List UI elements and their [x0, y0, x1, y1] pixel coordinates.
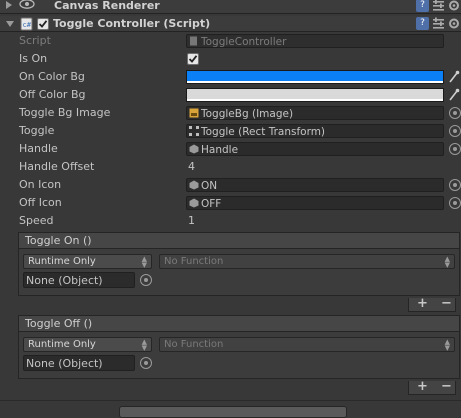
rect-transform-icon	[189, 126, 199, 136]
object-picker-icon[interactable]	[449, 107, 461, 119]
handle-label: Handle	[19, 142, 58, 155]
speed-field[interactable]: 1	[188, 212, 444, 230]
script-file-icon	[190, 36, 197, 46]
on-icon-value: ON	[201, 180, 218, 192]
on-color-bg-label: On Color Bg	[19, 70, 85, 83]
function-dropdown[interactable]: No Function ▲ ▼	[159, 254, 455, 269]
function-value: No Function	[164, 339, 224, 350]
target-object-field[interactable]: None (Object)	[23, 355, 135, 371]
on-color-swatch[interactable]	[186, 70, 444, 84]
object-picker-icon[interactable]	[449, 179, 461, 191]
script-icon: c#	[20, 17, 33, 31]
help-icon[interactable]: ?	[416, 0, 429, 12]
on-icon-label: On Icon	[19, 178, 62, 191]
toggle-field[interactable]: Toggle (Rect Transform)	[186, 124, 444, 138]
off-icon-value: OFF	[201, 198, 222, 210]
is-on-label: Is On	[19, 52, 48, 65]
handle-field[interactable]: Handle	[186, 142, 444, 156]
runtime-value: Runtime Only	[28, 339, 96, 350]
off-color-bg-label: Off Color Bg	[19, 88, 86, 101]
handle-offset-label[interactable]: Handle Offset	[19, 158, 94, 176]
is-on-checkbox[interactable]	[187, 53, 199, 65]
component-enabled-checkbox[interactable]	[37, 18, 49, 30]
remove-button[interactable]: −	[441, 379, 452, 394]
object-picker-icon[interactable]	[449, 143, 461, 155]
gameobject-icon	[189, 180, 199, 190]
dropdown-arrows-icon: ▲ ▼	[444, 338, 450, 352]
component-title: Canvas Renderer	[54, 0, 160, 12]
toggle-label: Toggle	[19, 124, 55, 137]
toggle-off-event-header: Toggle Off ()	[18, 315, 460, 332]
eyedropper-icon[interactable]	[448, 70, 460, 84]
script-label: Script	[19, 34, 51, 47]
help-icon[interactable]: ?	[416, 17, 429, 30]
off-icon-label: Off Icon	[19, 196, 62, 209]
function-dropdown[interactable]: No Function ▲ ▼	[159, 337, 455, 352]
script-value: ToggleController	[201, 36, 287, 48]
canvas-renderer-header[interactable]: Canvas Renderer ?	[0, 0, 461, 14]
foldout-collapsed-icon[interactable]	[6, 1, 12, 9]
toggle-bg-image-field[interactable]: ToggleBg (Image)	[186, 106, 444, 120]
target-object-field[interactable]: None (Object)	[23, 272, 135, 288]
presets-icon[interactable]	[432, 0, 445, 12]
alpha-bar	[187, 99, 443, 101]
eye-icon	[19, 0, 35, 9]
gear-icon[interactable]	[448, 17, 460, 30]
presets-icon[interactable]	[432, 17, 445, 30]
toggle-value: Toggle (Rect Transform)	[201, 126, 326, 138]
remove-button[interactable]: −	[441, 296, 452, 311]
check-icon	[38, 20, 48, 28]
runtime-dropdown[interactable]: Runtime Only ▲ ▼	[23, 254, 152, 269]
object-picker-icon[interactable]	[449, 197, 461, 209]
object-picker-icon[interactable]	[140, 274, 152, 286]
runtime-dropdown[interactable]: Runtime Only ▲ ▼	[23, 337, 152, 352]
handle-value: Handle	[201, 144, 239, 156]
add-component-button[interactable]	[119, 406, 347, 418]
off-color-swatch[interactable]	[186, 88, 444, 102]
alpha-bar	[187, 81, 443, 83]
gameobject-icon	[189, 144, 199, 154]
toggle-bg-image-value: ToggleBg (Image)	[201, 108, 294, 120]
event-list-buttons: + −	[408, 296, 456, 312]
toggle-on-event-header: Toggle On ()	[18, 232, 460, 249]
add-button[interactable]: +	[417, 296, 428, 311]
gear-icon[interactable]	[448, 0, 460, 12]
gameobject-icon	[189, 198, 199, 208]
component-title: Toggle Controller (Script)	[53, 17, 211, 30]
on-icon-field[interactable]: ON	[186, 178, 444, 192]
off-icon-field[interactable]: OFF	[186, 196, 444, 210]
eyedropper-icon[interactable]	[448, 88, 460, 102]
event-list-buttons: + −	[408, 379, 456, 395]
object-picker-icon[interactable]	[140, 357, 152, 369]
toggle-bg-image-label: Toggle Bg Image	[19, 106, 111, 119]
runtime-value: Runtime Only	[28, 256, 96, 267]
check-icon	[188, 55, 198, 63]
image-icon	[189, 108, 199, 118]
handle-offset-field[interactable]: 4	[188, 158, 444, 176]
add-button[interactable]: +	[417, 379, 428, 394]
function-value: No Function	[164, 256, 224, 267]
dropdown-arrows-icon: ▲ ▼	[444, 255, 450, 269]
foldout-expanded-icon[interactable]	[6, 21, 14, 27]
dropdown-arrows-icon: ▲ ▼	[141, 255, 147, 269]
divider	[0, 400, 461, 401]
svg-text:c#: c#	[23, 21, 32, 29]
toggle-controller-header[interactable]: c# Toggle Controller (Script) ?	[0, 16, 461, 32]
object-picker-icon[interactable]	[449, 125, 461, 137]
dropdown-arrows-icon: ▲ ▼	[141, 338, 147, 352]
script-field: ToggleController	[186, 34, 444, 48]
speed-label[interactable]: Speed	[19, 212, 53, 230]
